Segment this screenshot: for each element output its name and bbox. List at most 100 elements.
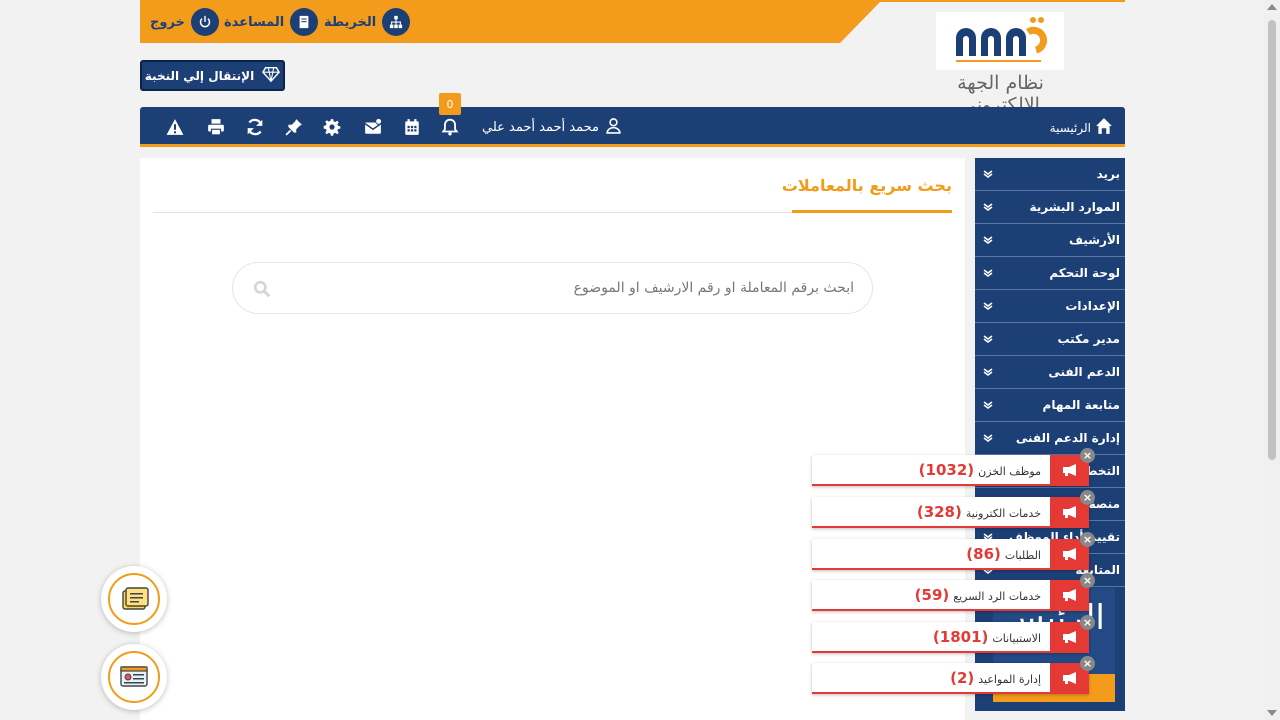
envelope-icon[interactable] xyxy=(362,116,384,138)
notification-popup[interactable]: خدمات الكترونية (328) × xyxy=(812,490,1095,528)
sidebar-item[interactable]: لوحة التحكم xyxy=(975,257,1125,290)
home-link[interactable]: الرئيسية xyxy=(1050,117,1113,138)
sidebar-item-label: متابعة المهام xyxy=(1042,398,1120,412)
notification-popup[interactable]: خدمات الرد السريع (59) × xyxy=(812,573,1095,611)
user-icon xyxy=(605,117,622,138)
popup-label: الاستبيانات xyxy=(992,632,1041,645)
sitemap-icon xyxy=(382,8,411,36)
close-icon[interactable]: × xyxy=(1080,490,1095,505)
close-icon[interactable]: × xyxy=(1080,656,1095,671)
megaphone-icon xyxy=(1062,463,1076,476)
go-to-elite-button[interactable]: الإنتقال إلي النخبة xyxy=(140,60,285,91)
sidebar-item[interactable]: الإعدادات xyxy=(975,290,1125,323)
sidebar-item-label: لوحة التحكم xyxy=(1049,266,1120,280)
sidebar-item[interactable]: إدارة الدعم الفنى xyxy=(975,422,1125,455)
contacts-ring xyxy=(108,651,160,703)
close-icon[interactable]: × xyxy=(1080,532,1095,547)
sticky-note-icon xyxy=(122,587,149,610)
scrollbar-thumb[interactable] xyxy=(1268,20,1276,460)
top-accent-line xyxy=(140,0,1125,2)
notes-ring xyxy=(108,573,160,625)
popup-text: الطلبات (86) xyxy=(966,545,1041,563)
chevron-down-icon xyxy=(983,401,993,409)
logo-mark-icon xyxy=(956,17,1048,62)
book-icon xyxy=(290,8,319,36)
search-input[interactable] xyxy=(283,276,854,300)
sidebar-item[interactable]: الدعم الفنى xyxy=(975,356,1125,389)
megaphone-icon xyxy=(1062,505,1076,518)
calendar-icon[interactable] xyxy=(401,116,423,138)
contacts-float-button[interactable] xyxy=(101,644,167,710)
chevron-down-icon xyxy=(983,302,993,310)
print-icon[interactable] xyxy=(205,116,227,138)
refresh-icon[interactable] xyxy=(244,116,266,138)
popup-text: الاستبيانات (1801) xyxy=(933,628,1041,646)
close-icon[interactable]: × xyxy=(1080,615,1095,630)
page-scrollbar[interactable] xyxy=(1263,0,1280,720)
megaphone-icon xyxy=(1062,630,1076,643)
megaphone-icon xyxy=(1062,588,1076,601)
page-title: بحث سريع بالمعاملات xyxy=(781,176,952,195)
sidebar-item-label: مدير مكتب xyxy=(1057,332,1120,346)
chevron-down-icon xyxy=(983,269,993,277)
notification-popup[interactable]: الطلبات (86) × xyxy=(812,532,1095,570)
popup-label: الطلبات xyxy=(1004,549,1041,562)
search-icon[interactable] xyxy=(253,280,271,298)
chevron-down-icon xyxy=(983,170,993,178)
id-card-icon xyxy=(120,666,148,687)
sitemap-link[interactable]: الخريطة xyxy=(324,8,411,36)
user-profile[interactable]: محمد أحمد أحمد علي xyxy=(482,117,622,138)
sidebar-item-label: الإعدادات xyxy=(1065,299,1120,313)
scroll-up-arrow-icon[interactable] xyxy=(1267,4,1277,10)
popup-label: إدارة المواعيد xyxy=(978,673,1041,686)
notes-float-button[interactable] xyxy=(101,566,167,632)
chevron-down-icon xyxy=(983,434,993,442)
popup-text: موظف الخزن (1032) xyxy=(919,461,1041,479)
elite-button-label: الإنتقال إلي النخبة xyxy=(144,68,255,83)
notification-popup[interactable]: إدارة المواعيد (2) × xyxy=(812,656,1095,694)
help-label: المساعدة xyxy=(224,14,285,30)
home-icon xyxy=(1095,117,1113,138)
popup-label: خدمات الكترونية xyxy=(965,507,1041,520)
popup-count: (1032) xyxy=(918,461,975,479)
scroll-down-arrow-icon[interactable] xyxy=(1267,710,1277,716)
popup-count: (86) xyxy=(966,545,1001,563)
gear-icon[interactable] xyxy=(321,116,343,138)
popup-text: خدمات الكترونية (328) xyxy=(917,503,1041,521)
quick-search-box xyxy=(232,262,873,314)
close-icon[interactable]: × xyxy=(1080,448,1095,463)
sidebar-item[interactable]: مدير مكتب xyxy=(975,323,1125,356)
warning-icon[interactable] xyxy=(164,116,186,138)
close-icon[interactable]: × xyxy=(1080,573,1095,588)
pin-icon[interactable] xyxy=(283,116,305,138)
sidebar-item-label: الأرشيف xyxy=(1069,233,1120,247)
diamond-icon xyxy=(262,65,281,86)
popup-count: (328) xyxy=(916,503,962,521)
sidebar-item-label: الدعم الفنى xyxy=(1048,365,1120,379)
popup-text: خدمات الرد السريع (59) xyxy=(915,586,1041,604)
megaphone-icon xyxy=(1062,547,1076,560)
home-label: الرئيسية xyxy=(1049,120,1091,135)
chevron-down-icon xyxy=(983,203,993,211)
logo xyxy=(936,12,1064,70)
bell-icon[interactable] xyxy=(439,116,461,138)
sidebar-item[interactable]: متابعة المهام xyxy=(975,389,1125,422)
popup-count: (2) xyxy=(950,669,975,687)
logout-link[interactable]: خروج xyxy=(150,8,219,36)
sidebar-item-label: إدارة الدعم الفنى xyxy=(1015,431,1120,445)
sidebar-item[interactable]: الموارد البشرية xyxy=(975,191,1125,224)
popup-count: (1801) xyxy=(932,628,989,646)
power-icon xyxy=(190,8,219,36)
sidebar-item[interactable]: الأرشيف xyxy=(975,224,1125,257)
sidebar-item[interactable]: بريد xyxy=(975,158,1125,191)
popup-label: خدمات الرد السريع xyxy=(953,590,1041,603)
logout-label: خروج xyxy=(150,14,185,30)
sitemap-label: الخريطة xyxy=(324,14,377,30)
chevron-down-icon xyxy=(983,368,993,376)
notification-count-badge: 0 xyxy=(439,93,461,115)
megaphone-icon xyxy=(1062,671,1076,684)
notification-popup[interactable]: الاستبيانات (1801) × xyxy=(812,615,1095,653)
user-name: محمد أحمد أحمد علي xyxy=(482,120,599,135)
help-link[interactable]: المساعدة xyxy=(224,8,319,36)
notification-popup[interactable]: موظف الخزن (1032) × xyxy=(812,448,1095,486)
